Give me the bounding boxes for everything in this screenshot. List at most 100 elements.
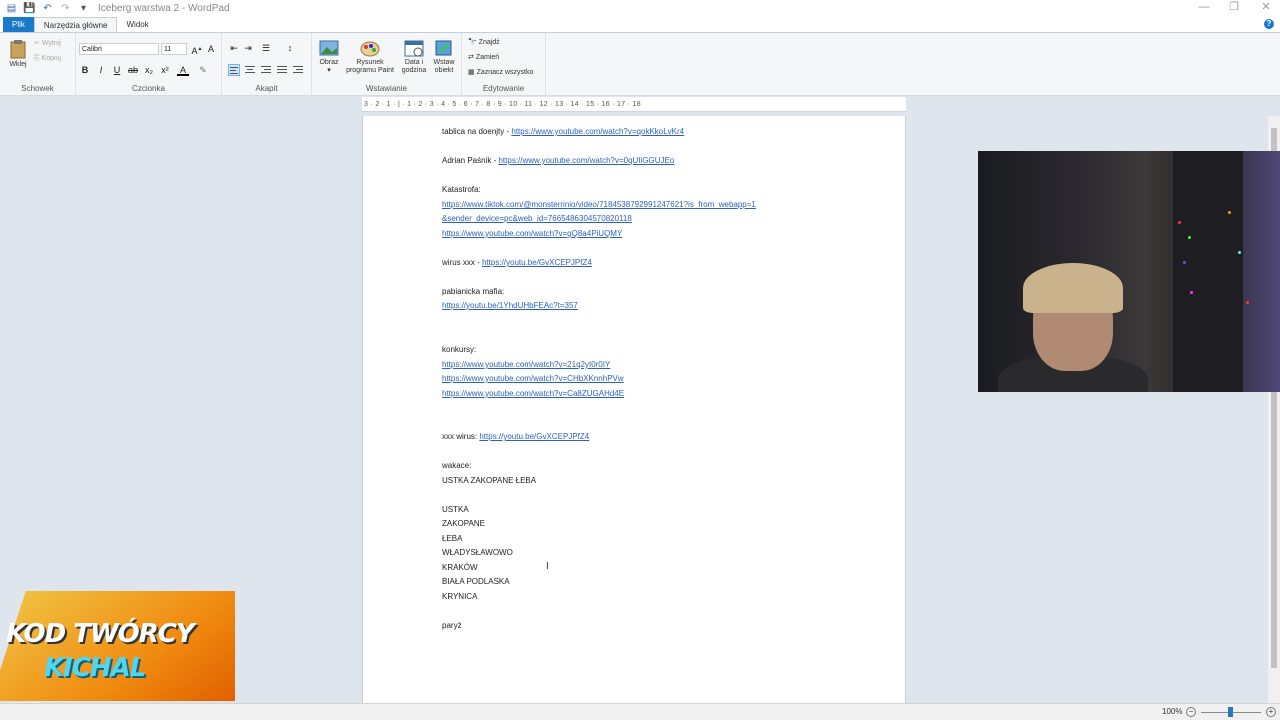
- grow-font-icon[interactable]: A▲: [191, 43, 203, 56]
- subscript-button[interactable]: x₂: [143, 64, 155, 76]
- led-light: [1238, 251, 1241, 254]
- doc-line: BIAŁA PODLASKA: [442, 576, 510, 588]
- zoom-in-button[interactable]: +: [1266, 707, 1276, 717]
- hyperlink[interactable]: &sender_device=pc&web_id=766548630457082…: [442, 214, 632, 223]
- bold-button[interactable]: B: [79, 64, 91, 76]
- paste-label: Wklej: [9, 61, 27, 68]
- paragraph-group-label: Akapit: [255, 84, 278, 93]
- copy-button[interactable]: ⎘ Kopiuj: [34, 55, 61, 63]
- insert-object-button[interactable]: Wstaw obiekt: [430, 39, 458, 75]
- hyperlink[interactable]: https://www.youtube.com/watch?v=0qUIiGGU…: [498, 156, 674, 165]
- led-light: [1190, 291, 1193, 294]
- align-right-button[interactable]: [260, 64, 272, 76]
- decrease-indent-icon[interactable]: ⇤: [228, 42, 240, 54]
- doc-line: ZAKOPANE: [442, 518, 485, 530]
- tab-file[interactable]: Plik: [3, 17, 34, 32]
- minimize-button[interactable]: —: [1194, 0, 1214, 17]
- doc-line: https://www.youtube.com/watch?v=CHbXKnnh…: [442, 373, 624, 385]
- line-text: Katastrofa:: [442, 185, 481, 194]
- hyperlink[interactable]: https://www.youtube.com/watch?v=Ca8ZUGAH…: [442, 389, 624, 398]
- align-left-button[interactable]: [228, 64, 240, 76]
- line-spacing-icon[interactable]: ↕: [284, 42, 296, 54]
- hyperlink[interactable]: https://www.youtube.com/watch?v=qokKkoLv…: [511, 127, 684, 136]
- doc-line: WŁADYSŁAWOWO: [442, 547, 513, 559]
- zoom-slider-thumb[interactable]: [1228, 707, 1233, 717]
- doc-line: USTKA: [442, 504, 469, 516]
- line-text: konkursy:: [442, 345, 477, 354]
- line-text: BIAŁA PODLASKA: [442, 577, 510, 586]
- font-size-select[interactable]: 11: [161, 43, 187, 55]
- badge-line-2: KICHAL: [44, 653, 146, 683]
- align-center-button[interactable]: [244, 64, 256, 76]
- date-time-button[interactable]: Data i godzina: [398, 39, 430, 75]
- line-text: tablica na doenjty -: [442, 127, 512, 136]
- paste-button[interactable]: Wklej: [6, 39, 30, 69]
- font-color-icon[interactable]: A: [177, 64, 189, 76]
- editing-group-label: Edytowanie: [482, 84, 525, 93]
- doc-line: https://www.youtube.com/watch?v=Ca8ZUGAH…: [442, 388, 624, 400]
- bullets-icon[interactable]: ☰: [260, 42, 272, 54]
- object-label-2: obiekt: [434, 67, 454, 74]
- tab-view[interactable]: Widok: [117, 17, 157, 32]
- editing-group: 🔭 Znajdź ⇄ Zamień ▦ Zaznacz wszystko Edy…: [462, 33, 546, 96]
- hyperlink[interactable]: https://www.tiktok.com/@monsterrinio/vid…: [442, 200, 756, 209]
- hyperlink[interactable]: https://youtu.be/GvXCEPJPfZ4: [479, 432, 589, 441]
- led-light: [1228, 211, 1231, 214]
- doc-line: Adrian Paśnik - https://www.youtube.com/…: [442, 155, 674, 167]
- save-icon[interactable]: 💾: [23, 3, 36, 14]
- text-cursor-icon: I: [546, 561, 549, 572]
- paint-drawing-button[interactable]: Rysunek programu Paint: [342, 39, 398, 75]
- cut-button[interactable]: ✂ Wytnij: [34, 40, 61, 48]
- redo-icon[interactable]: ↷: [59, 3, 72, 14]
- creator-code-badge: KOD TWÓRCY KICHAL: [0, 591, 235, 701]
- line-text: USTKA: [442, 505, 469, 514]
- picture-button[interactable]: Obraz ▾: [316, 39, 342, 75]
- line-text: wakace:: [442, 461, 472, 470]
- doc-line: &sender_device=pc&web_id=766548630457082…: [442, 213, 632, 225]
- find-button[interactable]: 🔭 Znajdź: [468, 39, 500, 47]
- hyperlink[interactable]: https://www.youtube.com/watch?v=CHbXKnnh…: [442, 374, 624, 383]
- strikethrough-button[interactable]: ab: [127, 64, 139, 76]
- object-icon: [435, 40, 452, 56]
- doc-line: pabianicka mafia:: [442, 286, 504, 298]
- restore-button[interactable]: ❐: [1224, 0, 1244, 17]
- underline-button[interactable]: U: [111, 64, 123, 76]
- hyperlink[interactable]: https://www.youtube.com/watch?v=gQ8a4PiU…: [442, 229, 622, 238]
- superscript-button[interactable]: x²: [159, 64, 171, 76]
- clipboard-group-label: Schowek: [21, 84, 54, 93]
- hyperlink[interactable]: https://youtu.be/GvXCEPJPfZ4: [482, 258, 592, 267]
- line-text: xxx wirus:: [442, 432, 480, 441]
- select-all-icon: ▦: [468, 69, 477, 76]
- paragraph-settings-button[interactable]: [292, 64, 304, 76]
- select-all-button[interactable]: ▦ Zaznacz wszystko: [468, 69, 533, 77]
- undo-icon[interactable]: ↶: [41, 3, 54, 14]
- italic-button[interactable]: I: [95, 64, 107, 76]
- line-text: ŁEBA: [442, 534, 463, 543]
- help-icon[interactable]: ?: [1264, 19, 1274, 29]
- hyperlink[interactable]: https://youtu.be/1YhdUHbFEAc?t=357: [442, 301, 578, 310]
- insert-group-label: Wstawianie: [366, 84, 407, 93]
- line-text: Adrian Paśnik -: [442, 156, 499, 165]
- ruler-scale: 3 · 2 · 1 · | · 1 · 2 · 3 · 4 · 5 · 6 · …: [364, 101, 641, 108]
- find-label: Znajdź: [478, 39, 500, 46]
- led-light: [1246, 301, 1249, 304]
- replace-button[interactable]: ⇄ Zamień: [468, 54, 499, 62]
- increase-indent-icon[interactable]: ⇥: [242, 42, 254, 54]
- close-button[interactable]: ✕: [1256, 0, 1276, 17]
- customize-quick-access-icon[interactable]: ▾: [77, 3, 90, 14]
- shrink-font-icon[interactable]: A: [205, 43, 217, 55]
- highlight-icon[interactable]: ✎: [197, 64, 209, 76]
- font-family-select[interactable]: Calibri: [79, 43, 159, 55]
- justify-button[interactable]: [276, 64, 288, 76]
- replace-label: Zamień: [475, 54, 500, 61]
- hyperlink[interactable]: https://www.youtube.com/watch?v=21q2yI0r…: [442, 360, 610, 369]
- document-page[interactable]: tablica na doenjty - https://www.youtube…: [362, 116, 906, 706]
- tab-home[interactable]: Narzędzia główne: [33, 17, 118, 32]
- insert-group: Obraz ▾ Rysunek programu Paint Data i godzi…: [312, 33, 462, 96]
- paint-label-1: Rysunek: [356, 59, 384, 66]
- doc-line: https://www.youtube.com/watch?v=gQ8a4PiU…: [442, 228, 622, 240]
- zoom-out-button[interactable]: −: [1186, 707, 1196, 717]
- ruler[interactable]: 3 · 2 · 1 · | · 1 · 2 · 3 · 4 · 5 · 6 · …: [362, 97, 906, 112]
- led-light: [1188, 236, 1191, 239]
- led-light: [1183, 261, 1186, 264]
